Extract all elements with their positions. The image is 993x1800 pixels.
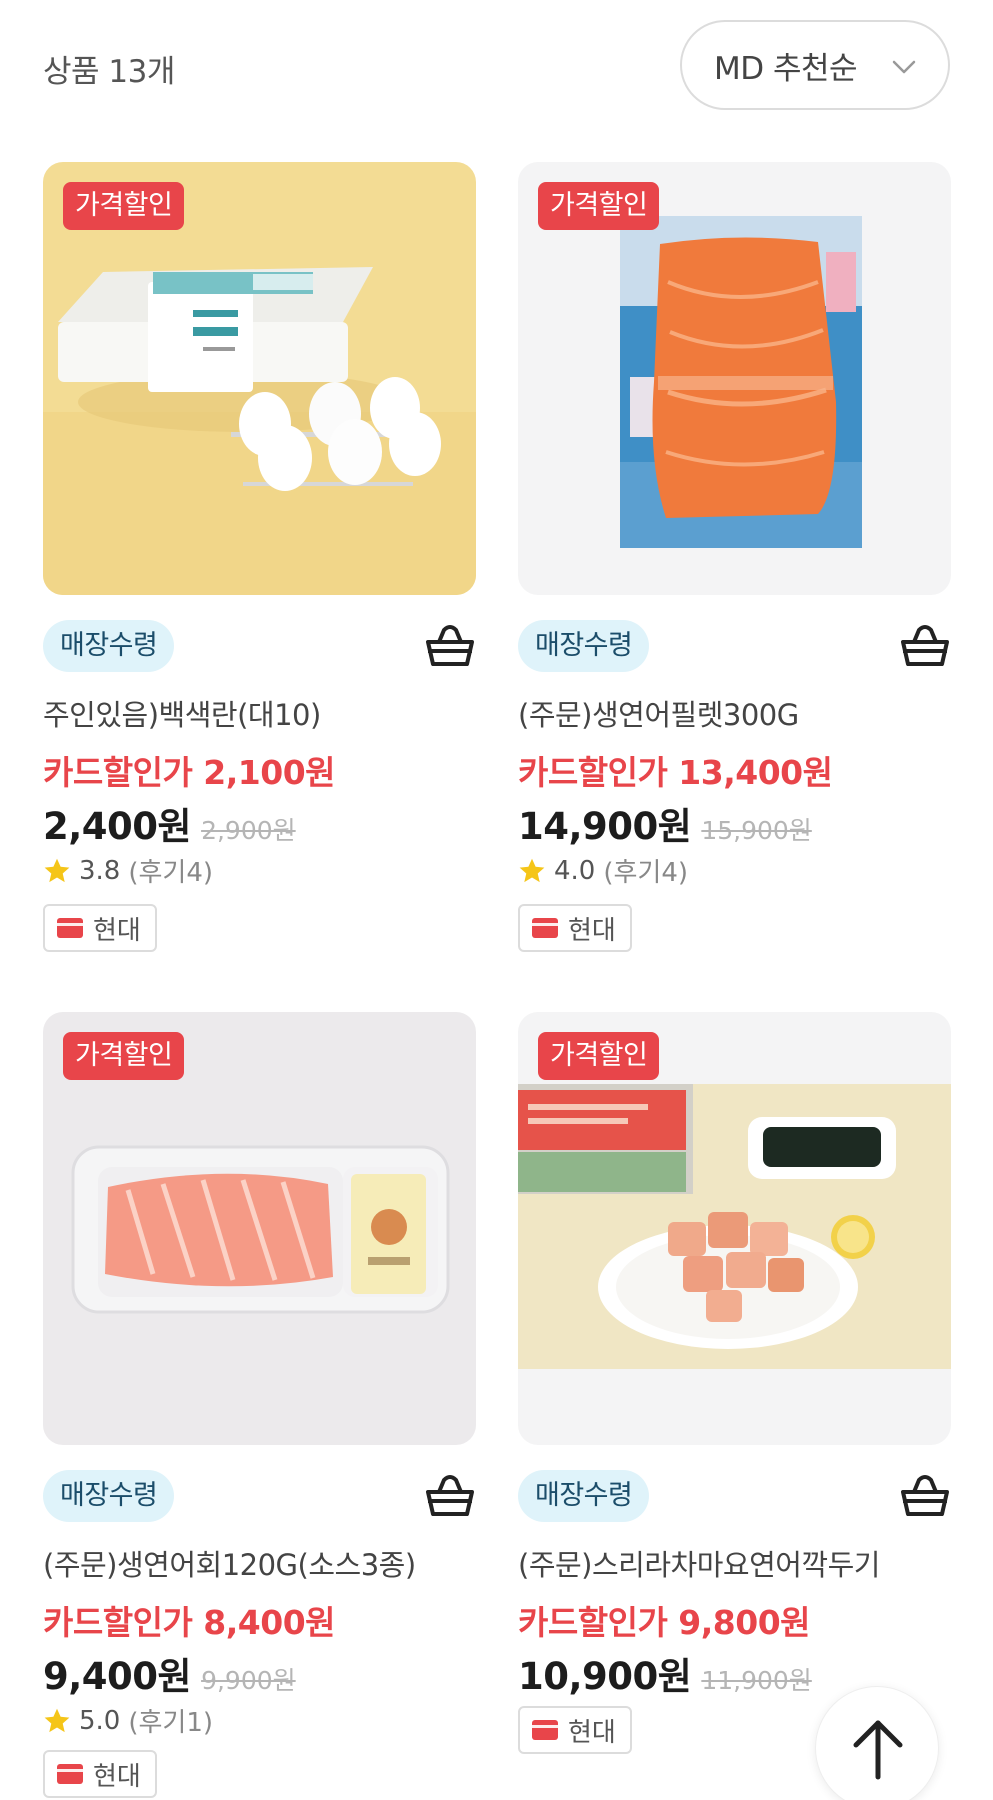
- original-price: 2,900원: [201, 816, 296, 845]
- product-name[interactable]: (주문)스리라차마요연어깍두기: [518, 1542, 951, 1584]
- chevron-down-icon: [892, 60, 916, 74]
- card-discount-price: 카드할인가 9,800원: [518, 1603, 811, 1642]
- pickup-badge: 매장수령: [43, 620, 175, 672]
- product-count: 상품 13개: [43, 54, 175, 90]
- basket-icon[interactable]: [899, 620, 951, 672]
- discount-badge: 가격할인: [63, 1032, 185, 1080]
- basket-icon[interactable]: [899, 1470, 951, 1522]
- card-discount-price: 카드할인가 8,400원: [43, 1603, 336, 1642]
- sort-dropdown[interactable]: MD 추천순: [680, 20, 950, 110]
- card-icon: [532, 918, 558, 938]
- price-row: 2,400원 2,900원: [43, 796, 296, 850]
- product-card[interactable]: 가격할인 매장수령 주인있음)백색란(대10) 카드할인가 2,100원 2,4…: [43, 162, 476, 952]
- discount-badge: 가격할인: [538, 182, 660, 230]
- product-image-salmon-fillet[interactable]: 가격할인: [518, 162, 951, 595]
- rating: 4.0 (후기4): [518, 852, 688, 889]
- card-discount-price: 카드할인가 2,100원: [43, 753, 336, 792]
- discount-badge: 가격할인: [63, 182, 185, 230]
- review-count: (후기4): [603, 858, 689, 888]
- scroll-top-button[interactable]: [815, 1686, 939, 1800]
- review-count: (후기1): [128, 1708, 214, 1738]
- product-image-sriracha-salmon[interactable]: 가격할인: [518, 1012, 951, 1445]
- card-icon: [57, 1764, 83, 1784]
- basket-icon[interactable]: [424, 620, 476, 672]
- original-price: 15,900원: [701, 816, 812, 845]
- card-tag-label: 현대: [93, 1761, 141, 1792]
- card-tag-label: 현대: [568, 915, 616, 946]
- product-image-eggs[interactable]: 가격할인: [43, 162, 476, 595]
- arrow-up-icon: [853, 1720, 903, 1780]
- card-tag-label: 현대: [568, 1717, 616, 1748]
- rating-value: 4.0: [554, 855, 596, 886]
- product-card[interactable]: 가격할인 매장수령 (주문)생연어회120G(소스3종) 카드할인가 8,400…: [43, 1012, 476, 1800]
- card-tag: 현대: [43, 904, 157, 952]
- rating: 5.0 (후기1): [43, 1702, 213, 1739]
- product-card[interactable]: 가격할인 매장수령 (주문)생연어필렛300G 카드할인가 13,400원 14…: [518, 162, 951, 952]
- sort-label: MD 추천순: [714, 50, 858, 87]
- card-discount-price: 카드할인가 13,400원: [518, 753, 833, 792]
- star-icon: [44, 858, 70, 882]
- price-row: 9,400원 9,900원: [43, 1646, 296, 1700]
- basket-icon[interactable]: [424, 1470, 476, 1522]
- card-tag: 현대: [518, 904, 632, 952]
- card-tag-label: 현대: [93, 915, 141, 946]
- product-image-salmon-sashimi[interactable]: 가격할인: [43, 1012, 476, 1445]
- original-price: 11,900원: [701, 1666, 812, 1695]
- sale-price: 14,900원: [518, 805, 692, 848]
- price-row: 14,900원 15,900원: [518, 796, 812, 850]
- pickup-badge: 매장수령: [518, 620, 650, 672]
- sale-price: 10,900원: [518, 1655, 692, 1698]
- card-tag: 현대: [43, 1750, 157, 1798]
- star-icon: [44, 1708, 70, 1732]
- card-icon: [57, 918, 83, 938]
- product-name[interactable]: 주인있음)백색란(대10): [43, 692, 476, 734]
- sale-price: 9,400원: [43, 1655, 192, 1698]
- product-card[interactable]: 가격할인 매장수령 (주문)스리라차마요연어깍두기 카드할인가 9,800원 1…: [518, 1012, 951, 1800]
- star-icon: [519, 858, 545, 882]
- price-row: 10,900원 11,900원: [518, 1646, 812, 1700]
- rating-value: 3.8: [79, 855, 121, 886]
- rating: 3.8 (후기4): [43, 852, 213, 889]
- product-name[interactable]: (주문)생연어회120G(소스3종): [43, 1542, 476, 1584]
- card-icon: [532, 1720, 558, 1740]
- discount-badge: 가격할인: [538, 1032, 660, 1080]
- sale-price: 2,400원: [43, 805, 192, 848]
- original-price: 9,900원: [201, 1666, 296, 1695]
- card-tag: 현대: [518, 1706, 632, 1754]
- review-count: (후기4): [128, 858, 214, 888]
- pickup-badge: 매장수령: [518, 1470, 650, 1522]
- rating-value: 5.0: [79, 1705, 121, 1736]
- product-name[interactable]: (주문)생연어필렛300G: [518, 692, 951, 734]
- pickup-badge: 매장수령: [43, 1470, 175, 1522]
- list-header: 상품 13개 MD 추천순: [0, 0, 993, 132]
